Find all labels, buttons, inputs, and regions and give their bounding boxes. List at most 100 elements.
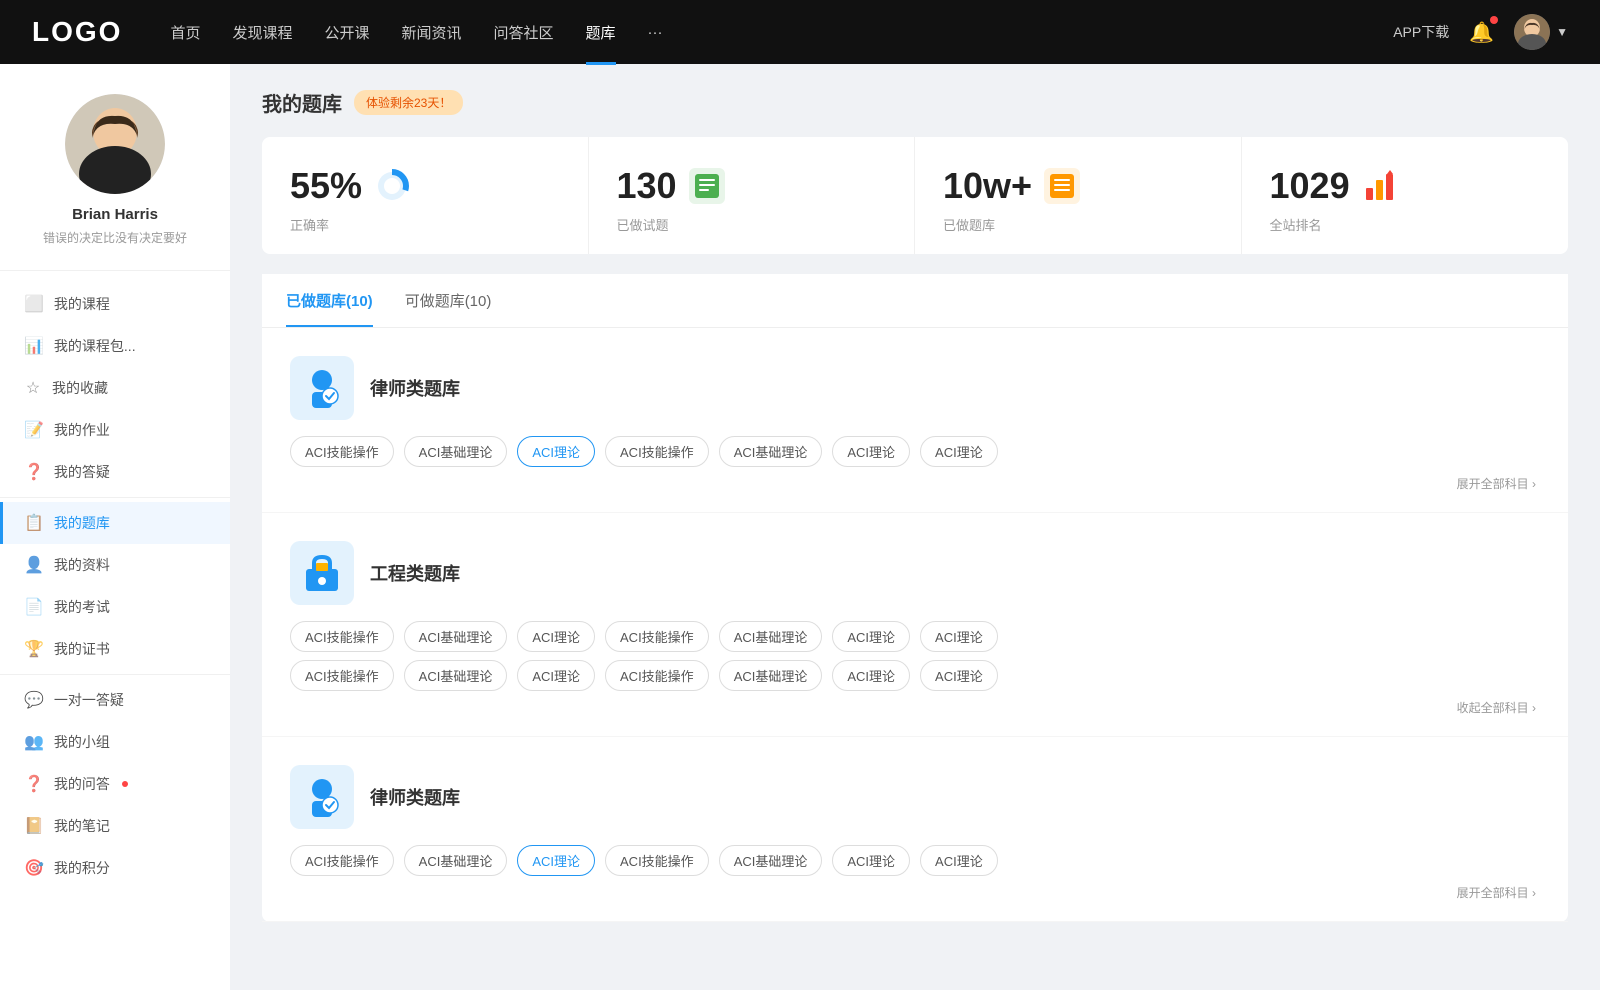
- user-avatar-wrap[interactable]: ▼: [1514, 14, 1568, 50]
- my-qa-icon: ❓: [24, 774, 44, 794]
- tag[interactable]: ACI理论: [832, 436, 910, 467]
- tag[interactable]: ACI技能操作: [605, 660, 709, 691]
- nav-item-more[interactable]: ···: [648, 24, 663, 41]
- tag[interactable]: ACI基础理论: [719, 436, 823, 467]
- avatar: [1514, 14, 1550, 50]
- tag[interactable]: ACI理论: [920, 660, 998, 691]
- sidebar-item-favorites[interactable]: ☆ 我的收藏: [0, 367, 230, 409]
- tag[interactable]: ACI技能操作: [605, 845, 709, 876]
- sidebar-item-label: 我的答疑: [54, 462, 110, 482]
- group-icon: 👥: [24, 732, 44, 752]
- sidebar-item-qa[interactable]: ❓ 我的答疑: [0, 451, 230, 493]
- profile-icon: 👤: [24, 555, 44, 575]
- top-nav: LOGO 首页 发现课程 公开课 新闻资讯 问答社区 题库 ··· APP下载 …: [0, 0, 1600, 64]
- sidebar-item-label: 我的证书: [54, 639, 110, 659]
- tag[interactable]: ACI理论: [920, 621, 998, 652]
- bank-card-lawyer-2: 律师类题库 ACI技能操作 ACI基础理论 ACI理论 ACI技能操作 ACI基…: [262, 737, 1568, 922]
- sidebar-item-bank[interactable]: 📋 我的题库: [0, 502, 230, 544]
- sidebar-item-my-course[interactable]: ⬜ 我的课程: [0, 283, 230, 325]
- tag[interactable]: ACI技能操作: [605, 621, 709, 652]
- tab-done-banks[interactable]: 已做题库(10): [286, 274, 373, 327]
- tag[interactable]: ACI理论: [920, 845, 998, 876]
- stat-top: 10w+: [943, 165, 1213, 207]
- stat-card-done-questions: 130 已做试题: [589, 137, 916, 254]
- tutoring-icon: 💬: [24, 690, 44, 710]
- sidebar-item-tutoring[interactable]: 💬 一对一答疑: [0, 679, 230, 721]
- bank-header: 律师类题库: [290, 765, 1540, 829]
- exam-icon: 📄: [24, 597, 44, 617]
- nav-item-home[interactable]: 首页: [170, 22, 200, 43]
- tag[interactable]: ACI理论: [920, 436, 998, 467]
- tag[interactable]: ACI理论: [517, 621, 595, 652]
- tag[interactable]: ACI理论: [832, 621, 910, 652]
- divider: [0, 497, 230, 498]
- tabs-bar: 已做题库(10) 可做题库(10): [262, 274, 1568, 328]
- homework-icon: 📝: [24, 420, 44, 440]
- tag[interactable]: ACI基础理论: [404, 660, 508, 691]
- sidebar-item-points[interactable]: 🎯 我的积分: [0, 847, 230, 889]
- tag[interactable]: ACI基础理论: [404, 845, 508, 876]
- notification-badge: [1490, 16, 1498, 24]
- nav-item-news[interactable]: 新闻资讯: [402, 22, 462, 43]
- stat-card-ranking: 1029 全站排名: [1242, 137, 1569, 254]
- sidebar-item-exam[interactable]: 📄 我的考试: [0, 586, 230, 628]
- question-icon: ❓: [24, 462, 44, 482]
- stat-label: 已做试题: [617, 215, 887, 234]
- profile-name: Brian Harris: [72, 206, 158, 223]
- notification-bell-icon[interactable]: 🔔: [1469, 20, 1494, 45]
- tag[interactable]: ACI基础理论: [404, 436, 508, 467]
- tag[interactable]: ACI技能操作: [290, 845, 394, 876]
- nav-item-bank[interactable]: 题库: [586, 22, 616, 43]
- bank-header: 律师类题库: [290, 356, 1540, 420]
- bank-card-lawyer-1: 律师类题库 ACI技能操作 ACI基础理论 ACI理论 ACI技能操作 ACI基…: [262, 328, 1568, 513]
- tag[interactable]: ACI基础理论: [719, 845, 823, 876]
- tag[interactable]: ACI理论: [517, 436, 595, 467]
- sidebar-item-course-package[interactable]: 📊 我的课程包...: [0, 325, 230, 367]
- tag[interactable]: ACI技能操作: [290, 660, 394, 691]
- sidebar: Brian Harris 错误的决定比没有决定要好 ⬜ 我的课程 📊 我的课程包…: [0, 64, 230, 990]
- app-download-link[interactable]: APP下载: [1393, 22, 1449, 42]
- bank-section: 已做题库(10) 可做题库(10): [262, 274, 1568, 922]
- bank-header: 工程类题库: [290, 541, 1540, 605]
- chevron-down-icon: ▼: [1556, 25, 1568, 39]
- layout: Brian Harris 错误的决定比没有决定要好 ⬜ 我的课程 📊 我的课程包…: [0, 64, 1600, 990]
- sidebar-item-profile[interactable]: 👤 我的资料: [0, 544, 230, 586]
- main-content: 我的题库 体验剩余23天！ 55% 正确: [230, 64, 1600, 990]
- tag[interactable]: ACI理论: [832, 845, 910, 876]
- sidebar-item-label: 我的题库: [54, 513, 110, 533]
- collapse-link[interactable]: 收起全部科目 ›: [290, 699, 1540, 716]
- bank-title: 律师类题库: [370, 784, 460, 810]
- tag[interactable]: ACI基础理论: [719, 621, 823, 652]
- sidebar-item-group[interactable]: 👥 我的小组: [0, 721, 230, 763]
- lawyer-bank-icon: [290, 356, 354, 420]
- tag[interactable]: ACI基础理论: [404, 621, 508, 652]
- tag[interactable]: ACI理论: [517, 845, 595, 876]
- course-icon: ⬜: [24, 294, 44, 314]
- nav-item-discover[interactable]: 发现课程: [232, 22, 292, 43]
- tab-available-banks[interactable]: 可做题库(10): [405, 274, 492, 327]
- points-icon: 🎯: [24, 858, 44, 878]
- expand-link[interactable]: 展开全部科目 ›: [290, 475, 1540, 492]
- sidebar-profile: Brian Harris 错误的决定比没有决定要好: [0, 64, 230, 266]
- tag[interactable]: ACI技能操作: [605, 436, 709, 467]
- tag[interactable]: ACI技能操作: [290, 621, 394, 652]
- star-icon: ☆: [24, 378, 42, 398]
- tag[interactable]: ACI理论: [517, 660, 595, 691]
- tag[interactable]: ACI基础理论: [719, 660, 823, 691]
- expand-link-3[interactable]: 展开全部科目 ›: [290, 884, 1540, 901]
- sidebar-item-my-qa[interactable]: ❓ 我的问答: [0, 763, 230, 805]
- sidebar-item-homework[interactable]: 📝 我的作业: [0, 409, 230, 451]
- sidebar-item-label: 我的收藏: [52, 378, 108, 398]
- stat-label: 全站排名: [1270, 215, 1541, 234]
- lawyer-bank-icon-2: [290, 765, 354, 829]
- sidebar-item-certificate[interactable]: 🏆 我的证书: [0, 628, 230, 670]
- sidebar-item-notes[interactable]: 📔 我的笔记: [0, 805, 230, 847]
- ranking-icon: [1362, 168, 1398, 204]
- nav-item-qa[interactable]: 问答社区: [494, 22, 554, 43]
- tag[interactable]: ACI技能操作: [290, 436, 394, 467]
- sidebar-item-label: 我的考试: [54, 597, 110, 617]
- notes-icon: 📔: [24, 816, 44, 836]
- tag[interactable]: ACI理论: [832, 660, 910, 691]
- nav-item-open[interactable]: 公开课: [324, 22, 369, 43]
- stat-label: 已做题库: [943, 215, 1213, 234]
